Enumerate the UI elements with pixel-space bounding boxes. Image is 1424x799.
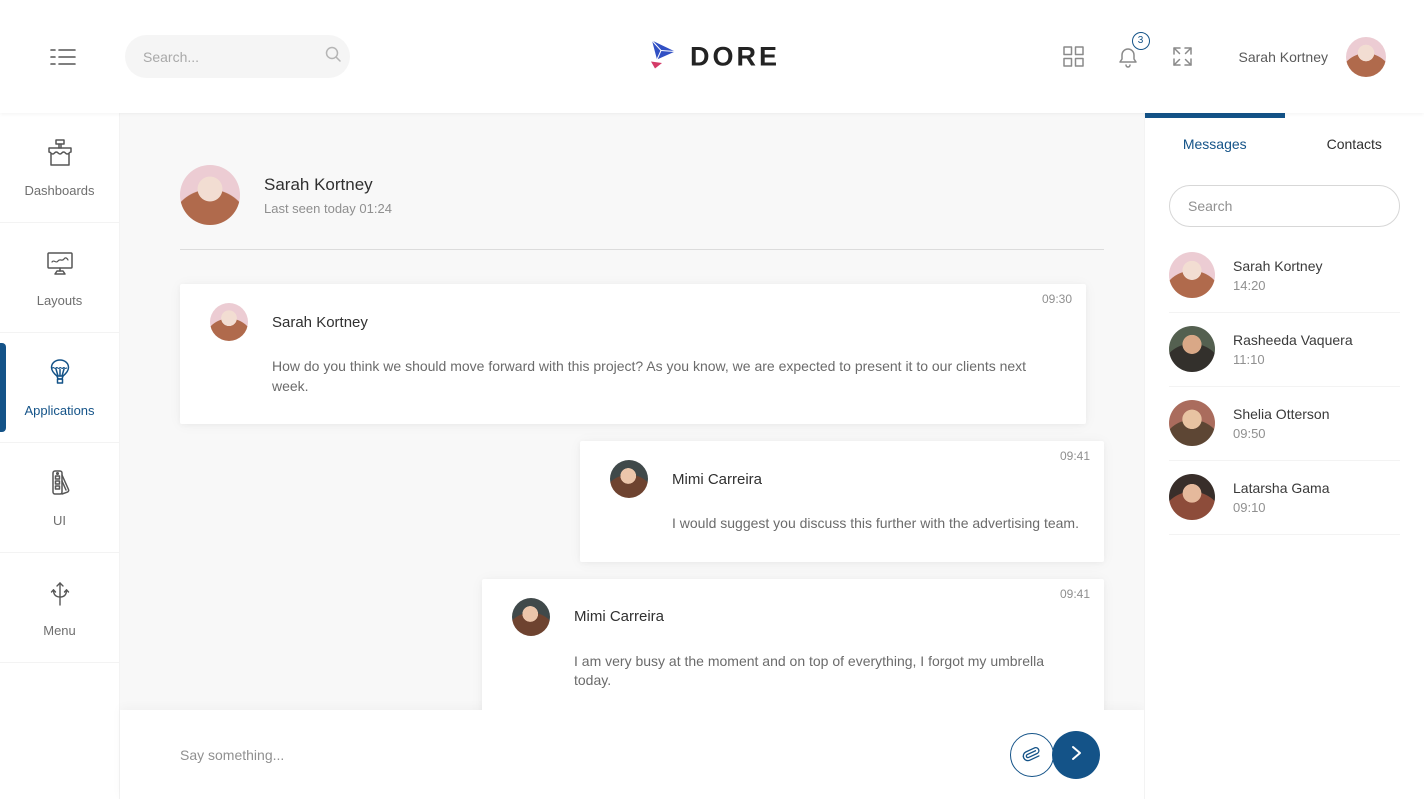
brand-logo[interactable]: DORE (644, 36, 780, 77)
message-time: 09:41 (1060, 587, 1090, 601)
notification-count-badge: 3 (1132, 32, 1150, 50)
message-composer (120, 710, 1144, 799)
message-time: 09:41 (1060, 449, 1090, 463)
attach-file-button[interactable] (1010, 733, 1054, 777)
contacts-search-input[interactable] (1188, 198, 1381, 214)
tab-contacts[interactable]: Contacts (1285, 136, 1424, 152)
sidebar-item-label: Menu (43, 623, 76, 638)
message-sender-name: Sarah Kortney (272, 314, 368, 331)
global-search (125, 35, 350, 78)
contact-avatar (1169, 326, 1215, 372)
logo-icon (644, 36, 680, 77)
contact-name: Latarsha Gama (1233, 480, 1330, 496)
message-card: 09:41 Mimi Carreira I would suggest you … (580, 441, 1104, 562)
paperclip-icon (1022, 743, 1042, 766)
search-icon[interactable] (324, 45, 342, 68)
message-sender-name: Mimi Carreira (574, 608, 664, 625)
message-list: 09:30 Sarah Kortney How do you think we … (180, 284, 1104, 710)
current-user-name: Sarah Kortney (1239, 49, 1329, 65)
sidebar-item-dashboards[interactable]: Dashboards (0, 113, 119, 223)
notification-bell-icon[interactable]: 3 (1112, 40, 1144, 74)
message-sender-avatar (610, 460, 648, 498)
topbar-actions: 3 Sarah Kortney (1035, 37, 1387, 77)
chat-partner-name: Sarah Kortney (264, 175, 392, 195)
sidebar-item-label: Dashboards (24, 183, 94, 198)
chat-header-divider (180, 249, 1104, 250)
storefront-icon (44, 137, 76, 174)
contact-name: Rasheeda Vaquera (1233, 332, 1353, 348)
chat-scroll-area[interactable]: Sarah Kortney Last seen today 01:24 09:3… (120, 113, 1144, 710)
app-root: DORE 3 (0, 0, 1424, 799)
top-navbar: DORE 3 (0, 0, 1424, 113)
contact-name: Sarah Kortney (1233, 258, 1323, 274)
chat-right-panel: Messages Contacts Sarah Kortney 14:20 (1144, 113, 1424, 799)
menu-burger-icon[interactable] (46, 43, 80, 71)
message-card: 09:30 Sarah Kortney How do you think we … (180, 284, 1086, 424)
logo-text: DORE (690, 41, 780, 72)
contact-time: 11:10 (1233, 352, 1353, 367)
contact-avatar (1169, 400, 1215, 446)
tab-messages[interactable]: Messages (1145, 136, 1285, 152)
contact-time: 09:10 (1233, 500, 1330, 515)
contact-list: Sarah Kortney 14:20 Rasheeda Vaquera 11:… (1169, 239, 1400, 535)
right-panel-tabs: Messages Contacts (1145, 113, 1424, 175)
trident-arrows-icon (44, 577, 76, 614)
contact-row-sarah-kortney[interactable]: Sarah Kortney 14:20 (1169, 239, 1400, 313)
message-card: 09:41 Mimi Carreira I am very busy at th… (482, 579, 1104, 710)
contact-time: 09:50 (1233, 426, 1330, 441)
contact-avatar (1169, 474, 1215, 520)
message-text: I would suggest you discuss this further… (672, 514, 1084, 534)
fullscreen-icon[interactable] (1166, 40, 1199, 73)
send-chevron-icon (1067, 744, 1085, 765)
message-text: How do you think we should move forward … (272, 357, 1066, 396)
sidebar-item-label: UI (53, 513, 66, 528)
main-sidebar: Dashboards Layouts (0, 113, 120, 799)
contact-avatar (1169, 252, 1215, 298)
content-row: Dashboards Layouts (0, 113, 1424, 799)
chat-partner-avatar (180, 165, 240, 225)
global-search-input[interactable] (143, 49, 324, 65)
contacts-search (1169, 185, 1400, 227)
contact-row-shelia-otterson[interactable]: Shelia Otterson 09:50 (1169, 387, 1400, 461)
active-tab-indicator (1145, 113, 1285, 118)
contact-time: 14:20 (1233, 278, 1323, 293)
contact-name: Shelia Otterson (1233, 406, 1330, 422)
sidebar-item-menu[interactable]: Menu (0, 553, 119, 663)
hot-air-balloon-icon (44, 357, 76, 394)
message-sender-name: Mimi Carreira (672, 471, 762, 488)
sidebar-item-ui[interactable]: UI (0, 443, 119, 553)
contact-row-rasheeda-vaquera[interactable]: Rasheeda Vaquera 11:10 (1169, 313, 1400, 387)
message-sender-avatar (512, 598, 550, 636)
apps-grid-icon[interactable] (1057, 40, 1090, 73)
message-input[interactable] (180, 747, 1010, 763)
sidebar-item-applications[interactable]: Applications (0, 333, 119, 443)
send-message-button[interactable] (1052, 731, 1100, 779)
chat-main: Sarah Kortney Last seen today 01:24 09:3… (120, 113, 1144, 799)
sidebar-item-layouts[interactable]: Layouts (0, 223, 119, 333)
message-time: 09:30 (1042, 292, 1072, 306)
sidebar-item-label: Applications (24, 403, 94, 418)
current-user-avatar[interactable] (1346, 37, 1386, 77)
message-text: I am very busy at the moment and on top … (574, 652, 1084, 691)
chat-partner-header: Sarah Kortney Last seen today 01:24 (180, 165, 1104, 225)
contact-row-latarsha-gama[interactable]: Latarsha Gama 09:10 (1169, 461, 1400, 535)
sidebar-item-label: Layouts (37, 293, 83, 308)
chat-partner-status: Last seen today 01:24 (264, 201, 392, 216)
message-sender-avatar (210, 303, 248, 341)
monitor-icon (44, 247, 76, 284)
color-swatches-icon (44, 467, 76, 504)
